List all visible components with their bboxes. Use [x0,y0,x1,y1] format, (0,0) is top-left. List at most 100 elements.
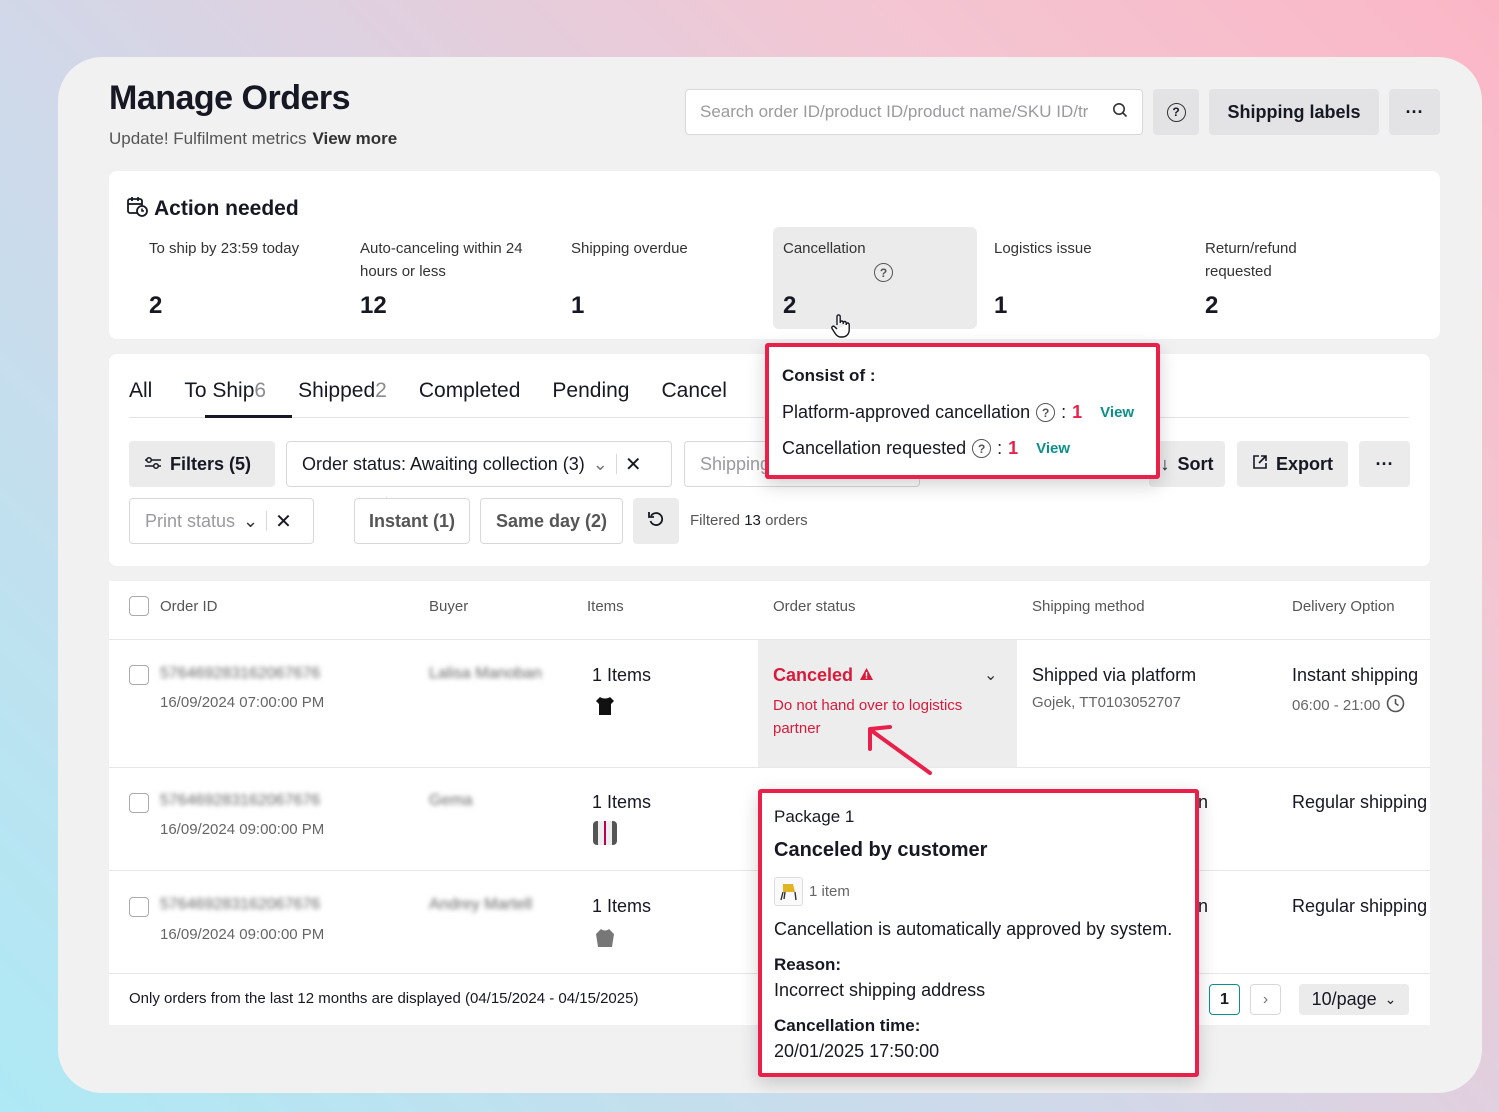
metric-cancellation[interactable]: Cancellation ? 2 [783,237,983,338]
buyer-name: Lalisa Manoban [429,665,542,682]
clear-filter-icon[interactable]: ✕ [275,509,292,534]
shipping-labels-button[interactable]: Shipping labels [1209,89,1379,135]
order-id[interactable]: 576469283162067676 [160,896,320,914]
row-divider [109,767,1430,768]
action-needed-label: Action needed [154,197,299,220]
export-button[interactable]: Export [1237,441,1348,487]
tab-label: All [129,379,153,402]
order-id[interactable]: 576469283162067676 [160,665,320,683]
metric-value: 2 [783,292,797,319]
auto-approved-note: Cancellation is automatically approved b… [774,919,1173,939]
shipping-filter-placeholder: Shipping [700,453,771,474]
metric-label: Auto-canceling within 24 hours or less [360,240,523,280]
sort-button[interactable]: ↓ Sort [1149,441,1225,487]
search-input[interactable]: Search order ID/product ID/product name/… [685,89,1143,135]
order-status-value[interactable]: Canceled [773,665,874,686]
filter-sliders-icon [144,454,162,475]
header-delivery-option: Delivery Option [1292,598,1395,615]
order-status-filter[interactable]: Order status: Awaiting collection (3) ⌄ … [286,441,672,487]
clear-filter-icon[interactable]: ✕ [625,452,642,477]
view-more-link[interactable]: View more [312,129,397,148]
print-status-placeholder: Print status [145,510,236,531]
action-needed-title: Action needed [126,195,299,223]
tab-canceled[interactable]: Cancel [661,379,726,403]
metric-label: Logistics issue [994,240,1092,257]
subtitle: Update! Fulfilment metrics View more [109,129,397,149]
row-checkbox[interactable] [129,665,149,685]
print-status-filter[interactable]: Print status ⌄ ✕ [129,498,314,544]
metric-auto-canceling[interactable]: Auto-canceling within 24 hours or less 1… [360,237,560,319]
metric-value: 12 [360,292,387,319]
filtered-count: Filtered 13 orders [690,512,808,529]
pointer-hand-icon [829,313,853,344]
chevron-down-icon: ⌄ [1384,991,1397,1007]
chevron-down-icon: ⌄ [243,510,259,531]
package-label: Package 1 [774,807,855,826]
order-id[interactable]: 576469283162067676 [160,792,320,810]
tab-all[interactable]: All [129,379,152,403]
cancellation-help-icon[interactable]: ? [874,263,893,282]
filter-more-button[interactable]: ··· [1359,441,1410,487]
help-icon[interactable]: ? [972,439,992,458]
item-thumbnail[interactable] [593,926,617,955]
tab-completed[interactable]: Completed [419,379,521,403]
metric-value: 1 [994,292,1008,319]
subtitle-text: Update! Fulfilment metrics [109,129,307,148]
shipping-method: Shipped via platform [1032,665,1197,685]
delivery-time: 06:00 - 21:00 [1292,697,1381,714]
popover-title: Consist of : [782,366,876,385]
view-cancellation-requested-link[interactable]: View [1036,440,1070,457]
select-all-checkbox[interactable] [129,596,149,616]
same-day-chip[interactable]: Same day (2) [480,498,623,544]
instant-chip[interactable]: Instant (1) [354,498,470,544]
tab-to-ship[interactable]: To Ship6 [184,379,266,403]
annotation-arrow [864,723,934,782]
delivery-window: 06:00 - 21:00 [1292,694,1405,717]
item-thumbnail[interactable] [593,821,617,845]
reason-label: Reason: [774,955,842,974]
view-platform-approved-link[interactable]: View [1100,404,1134,421]
row-checkbox[interactable] [129,793,149,813]
chevron-right-icon: › [1262,990,1269,1008]
header-items: Items [587,598,624,615]
metric-shipping-overdue[interactable]: Shipping overdue 1 [571,237,771,319]
footer-note: Only orders from the last 12 months are … [129,990,639,1007]
cancellation-time-label: Cancellation time: [774,1016,921,1035]
item-thumbnail[interactable] [593,694,617,723]
chevron-down-icon[interactable]: ⌄ [984,665,997,685]
header-order-status: Order status [773,598,856,615]
items-count: 1 Items [592,896,652,916]
filters-button[interactable]: Filters (5) [129,441,275,487]
page-1-button[interactable]: 1 [1209,984,1240,1015]
help-icon: ? [1166,102,1186,122]
next-page-button[interactable]: › [1250,984,1281,1015]
search-icon[interactable] [1112,102,1128,123]
metric-return-refund[interactable]: Return/refund requested 2 [1205,237,1345,319]
platform-approved-label: Platform-approved cancellation [782,402,1031,422]
help-button[interactable]: ? [1153,89,1199,135]
row-checkbox[interactable] [129,897,149,917]
export-label: Export [1276,453,1334,474]
tab-shipped[interactable]: Shipped2 [298,379,387,403]
chair-thumbnail-icon [774,877,803,906]
cancellation-requested-line: Cancellation requested ? : 1 View [782,438,1070,459]
header-buyer: Buyer [429,598,469,615]
more-options-button[interactable]: ··· [1389,89,1440,135]
platform-approved-count: 1 [1072,402,1083,422]
sort-arrow-icon: ↓ [1160,453,1170,474]
app-window: Manage Orders Update! Fulfilment metrics… [58,57,1482,1093]
delivery-option: Instant shipping [1292,665,1419,685]
page-size-select[interactable]: 10/page ⌄ [1299,984,1409,1015]
metric-to-ship[interactable]: To ship by 23:59 today 2 [149,237,349,319]
reset-filters-button[interactable] [633,498,679,544]
shipping-carrier: Gojek, TT0103052707 [1032,694,1181,711]
metric-logistics-issue[interactable]: Logistics issue 1 [994,237,1194,319]
action-needed-card: Action needed To ship by 23:59 today 2 A… [109,171,1440,339]
platform-approved-line: Platform-approved cancellation ? : 1 Vie… [782,402,1134,423]
tab-pending[interactable]: Pending [552,379,629,403]
clock-icon [1386,694,1405,717]
filtered-prefix: Filtered [690,512,741,529]
metric-label: Cancellation [783,240,866,257]
help-icon[interactable]: ? [1036,403,1056,422]
delivery-option: Regular shipping [1292,896,1428,916]
